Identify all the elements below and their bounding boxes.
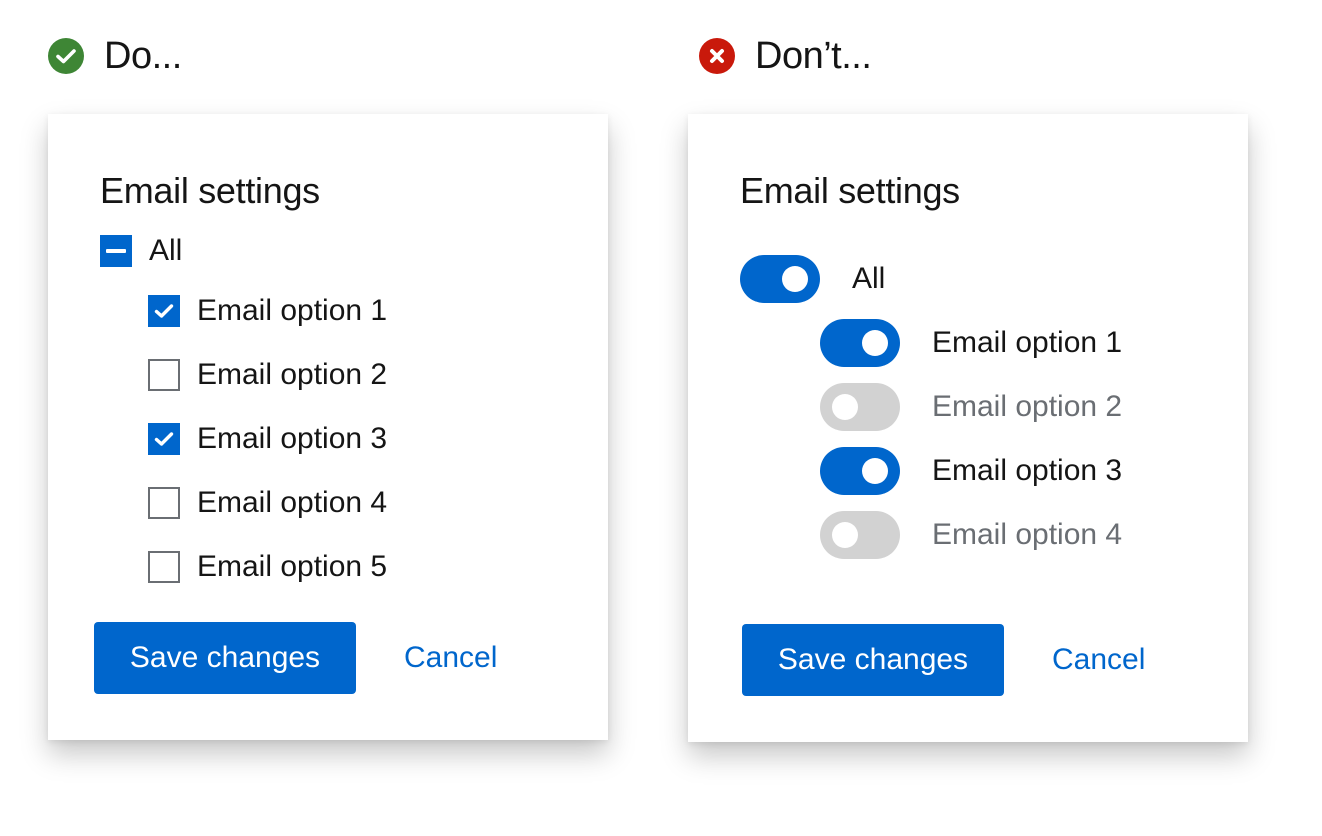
switch-on[interactable] bbox=[820, 319, 900, 367]
check-circle-icon bbox=[48, 38, 84, 74]
times-circle-icon bbox=[699, 38, 735, 74]
checkbox-row-option-1[interactable]: Email option 1 bbox=[148, 291, 387, 331]
switch-all-on[interactable] bbox=[740, 255, 820, 303]
switch-label: Email option 1 bbox=[932, 326, 1123, 359]
checkbox-unchecked[interactable] bbox=[148, 551, 180, 583]
switch-knob bbox=[832, 394, 858, 420]
dont-email-settings-card: Email settings All Email option 1 Email … bbox=[688, 114, 1248, 742]
card-title: Email settings bbox=[100, 170, 320, 211]
switch-row-option-1[interactable]: Email option 1 bbox=[820, 319, 1122, 367]
save-changes-button[interactable]: Save changes bbox=[742, 624, 1004, 696]
checkbox-unchecked[interactable] bbox=[148, 359, 180, 391]
checkbox-row-option-2[interactable]: Email option 2 bbox=[148, 355, 387, 395]
dont-heading: Don’t... bbox=[699, 34, 872, 78]
checkbox-label: Email option 1 bbox=[197, 294, 388, 327]
switch-on[interactable] bbox=[820, 447, 900, 495]
checkbox-label: Email option 2 bbox=[197, 358, 388, 391]
checkbox-row-option-5[interactable]: Email option 5 bbox=[148, 547, 387, 587]
do-heading-text: Do... bbox=[104, 34, 182, 77]
switch-knob bbox=[782, 266, 808, 292]
checkbox-label: All bbox=[149, 234, 183, 267]
do-heading: Do... bbox=[48, 34, 182, 78]
dont-heading-text: Don’t... bbox=[755, 34, 872, 77]
checkbox-checked[interactable] bbox=[148, 423, 180, 455]
checkbox-row-option-4[interactable]: Email option 4 bbox=[148, 483, 387, 523]
switch-label: All bbox=[852, 262, 886, 295]
checkbox-row-option-3[interactable]: Email option 3 bbox=[148, 419, 387, 459]
cancel-button[interactable]: Cancel bbox=[1052, 624, 1145, 696]
switch-label: Email option 2 bbox=[932, 390, 1123, 423]
checkbox-label: Email option 4 bbox=[197, 486, 388, 519]
switch-label: Email option 3 bbox=[932, 454, 1123, 487]
card-title: Email settings bbox=[740, 170, 960, 211]
switch-row-option-3[interactable]: Email option 3 bbox=[820, 447, 1122, 495]
switch-knob bbox=[832, 522, 858, 548]
save-changes-button[interactable]: Save changes bbox=[94, 622, 356, 694]
switch-knob bbox=[862, 330, 888, 356]
checkbox-row-all[interactable]: All bbox=[100, 231, 182, 271]
switch-off[interactable] bbox=[820, 511, 900, 559]
checkbox-checked[interactable] bbox=[148, 295, 180, 327]
switch-label: Email option 4 bbox=[932, 518, 1123, 551]
cancel-button[interactable]: Cancel bbox=[404, 622, 497, 694]
switch-row-all[interactable]: All bbox=[740, 255, 885, 303]
switch-row-option-2[interactable]: Email option 2 bbox=[820, 383, 1122, 431]
switch-knob bbox=[862, 458, 888, 484]
checkbox-all-mixed[interactable] bbox=[100, 235, 132, 267]
checkbox-unchecked[interactable] bbox=[148, 487, 180, 519]
checkbox-label: Email option 3 bbox=[197, 422, 388, 455]
checkbox-label: Email option 5 bbox=[197, 550, 388, 583]
switch-row-option-4[interactable]: Email option 4 bbox=[820, 511, 1122, 559]
switch-off[interactable] bbox=[820, 383, 900, 431]
do-email-settings-card: Email settings All Email option 1 Email … bbox=[48, 114, 608, 740]
